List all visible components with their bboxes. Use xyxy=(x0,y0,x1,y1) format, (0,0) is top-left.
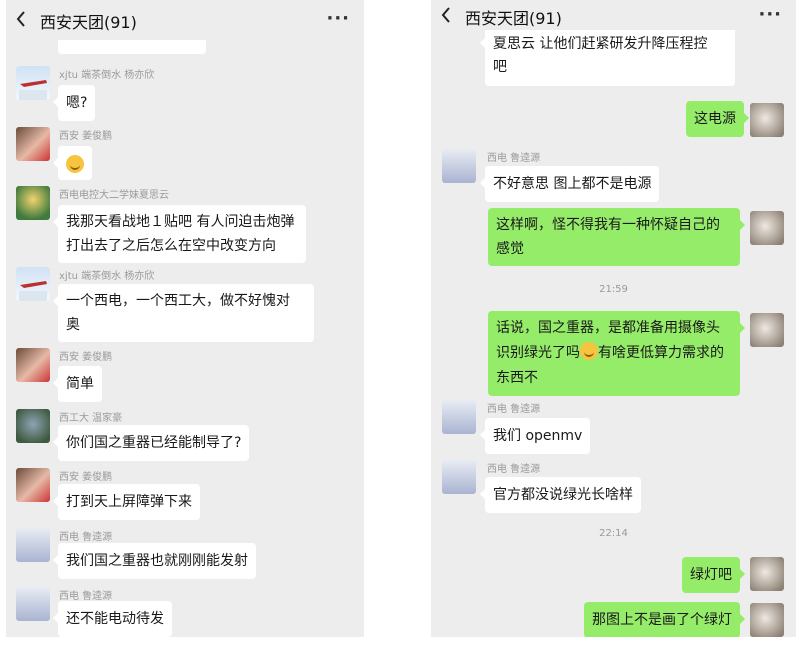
chat-header: 西安天团(91) ··· xyxy=(431,0,796,30)
message-bubble[interactable]: 这电源 xyxy=(686,101,749,137)
sender-name: 西电 鲁逵源 xyxy=(487,464,541,475)
message-bubble[interactable]: 官方都没说绿光长啥样 xyxy=(480,477,641,513)
sender-name: 西电 鲁逵源 xyxy=(487,404,541,415)
message-text: 不好意思 图上都不是电源 xyxy=(493,176,652,192)
sender-name: 西工大 温家豪 xyxy=(59,413,123,424)
avatar-figures[interactable] xyxy=(16,587,50,621)
message-text: 这电源 xyxy=(694,111,736,127)
avatar-tom-cat[interactable] xyxy=(16,409,50,443)
message-bubble[interactable]: 不好意思 图上都不是电源 xyxy=(479,166,660,202)
chat-header: 西安天团(91) ··· xyxy=(6,0,364,40)
right-chat-screen: 西安天团(91) ··· 夏思云 让他们赶紧研发升降压程控 吧 这电源 西电 鲁… xyxy=(431,0,796,637)
message-bubble[interactable]: 打到天上屏障弹下来 xyxy=(53,484,200,520)
back-arrow-icon[interactable] xyxy=(441,5,451,25)
message-text: 嗯? xyxy=(66,95,88,111)
avatar-couple[interactable] xyxy=(16,348,50,382)
message-text-line: 这样啊，怪不得我有一种怀疑自己的 xyxy=(496,217,720,233)
sender-name: 西电 鲁逵源 xyxy=(487,153,541,164)
message-text-line: 吧 xyxy=(493,59,507,75)
message-bubble[interactable]: 这样啊，怪不得我有一种怀疑自己的 感觉 xyxy=(488,208,745,266)
message-text-line: 识别绿光了吗 有啥更低算力需求的 xyxy=(496,341,732,366)
chat-title: 西安天团(91) xyxy=(465,9,562,28)
message-text-line: 一个西电，一个西工大，做不好愧对 xyxy=(66,293,290,309)
avatar-figures[interactable] xyxy=(442,400,476,434)
message-bubble-partial[interactable]: 夏思云 让他们赶紧研发升降压程控 吧 xyxy=(480,26,735,86)
avatar-cat-self[interactable] xyxy=(750,211,784,245)
avatar-cat-self[interactable] xyxy=(750,313,784,347)
sender-name: 西电 鲁逵源 xyxy=(59,532,113,543)
message-text: 官方都没说绿光长啥样 xyxy=(493,487,633,503)
message-text-line: 话说，国之重器，是都准备用摄像头 xyxy=(496,320,720,336)
avatar-couple[interactable] xyxy=(16,127,50,161)
avatar-couple[interactable] xyxy=(16,468,50,502)
message-text: 识别绿光了吗 xyxy=(496,345,580,361)
avatar-airplane[interactable] xyxy=(16,66,50,100)
message-bubble[interactable]: 你们国之重器已经能制导了? xyxy=(52,425,250,461)
avatar-figures[interactable] xyxy=(442,460,476,494)
message-text: 那图上不是画了个绿灯 xyxy=(592,612,732,628)
message-bubble[interactable]: 简单 xyxy=(53,366,102,402)
message-bubble[interactable]: 话说，国之重器，是都准备用摄像头 识别绿光了吗 有啥更低算力需求的 东西不 xyxy=(488,311,745,396)
message-text-line: 夏思云 让他们赶紧研发升降压程控 xyxy=(493,36,708,52)
sender-name: 西安 姜俊鹏 xyxy=(59,472,113,483)
timestamp: 22:14 xyxy=(599,528,628,539)
sender-name: 西电电控大二学妹夏思云 xyxy=(59,190,169,201)
message-text: 我们 openmv xyxy=(493,428,583,444)
facepalm-emoji-icon xyxy=(580,342,598,360)
avatar-figures[interactable] xyxy=(442,149,476,183)
avatar-airplane[interactable] xyxy=(16,267,50,301)
sender-name: 西安 姜俊鹏 xyxy=(59,131,113,142)
message-bubble[interactable]: 绿灯吧 xyxy=(682,557,745,593)
message-bubble[interactable]: 我那天看战地１贴吧 有人问迫击炮弹 打出去了之后怎么在空中改变方向 xyxy=(53,205,306,263)
message-text: 你们国之重器已经能制导了? xyxy=(66,435,242,451)
back-arrow-icon[interactable] xyxy=(16,9,26,29)
message-text: 打到天上屏障弹下来 xyxy=(66,494,192,510)
message-bubble[interactable]: 一个西电，一个西工大，做不好愧对 奥 xyxy=(53,284,314,342)
message-bubble[interactable] xyxy=(53,146,92,180)
avatar-cat-self[interactable] xyxy=(750,603,784,637)
avatar-figures[interactable] xyxy=(16,528,50,562)
avatar-cartoon-girl[interactable] xyxy=(16,186,50,220)
sender-name: 西电 鲁逵源 xyxy=(59,591,113,602)
message-bubble[interactable]: 嗯? xyxy=(52,85,96,121)
message-bubble[interactable]: 我们 openmv xyxy=(479,418,591,454)
more-options-icon[interactable]: ··· xyxy=(758,4,782,25)
avatar-cat-self[interactable] xyxy=(750,103,784,137)
message-text-line: 东西不 xyxy=(496,370,538,386)
message-text: 有啥更低算力需求的 xyxy=(598,345,724,361)
timestamp: 21:59 xyxy=(599,284,628,295)
message-bubble[interactable]: 还不能电动待发 xyxy=(53,601,172,637)
partial-message-bubble xyxy=(58,40,206,54)
message-text: 我们国之重器也就刚刚能发射 xyxy=(66,553,248,569)
message-text-line: 奥 xyxy=(66,317,80,333)
message-bubble[interactable]: 我们国之重器也就刚刚能发射 xyxy=(53,543,256,579)
smile-emoji-icon xyxy=(66,155,84,173)
left-chat-screen: 西安天团(91) ··· xjtu 端茶倒水 杨亦欣 嗯? 西安 姜俊鹏 西电电… xyxy=(6,0,364,637)
message-bubble[interactable]: 那图上不是画了个绿灯 xyxy=(584,602,745,637)
avatar-cat-self[interactable] xyxy=(750,557,784,591)
message-text: 绿灯吧 xyxy=(690,567,732,583)
message-text: 还不能电动待发 xyxy=(66,611,164,627)
message-text: 简单 xyxy=(66,376,94,392)
sender-name: 西安 姜俊鹏 xyxy=(59,352,113,363)
sender-name: xjtu 端茶倒水 杨亦欣 xyxy=(59,70,155,81)
airplane-icon xyxy=(19,80,47,100)
message-text-line: 我那天看战地１贴吧 有人问迫击炮弹 xyxy=(66,214,295,230)
message-text-line: 感觉 xyxy=(496,241,524,257)
more-options-icon[interactable]: ··· xyxy=(326,8,350,29)
message-text-line: 打出去了之后怎么在空中改变方向 xyxy=(66,238,276,254)
airplane-icon xyxy=(19,281,47,301)
sender-name: xjtu 端茶倒水 杨亦欣 xyxy=(59,271,155,282)
chat-title: 西安天团(91) xyxy=(40,13,137,32)
